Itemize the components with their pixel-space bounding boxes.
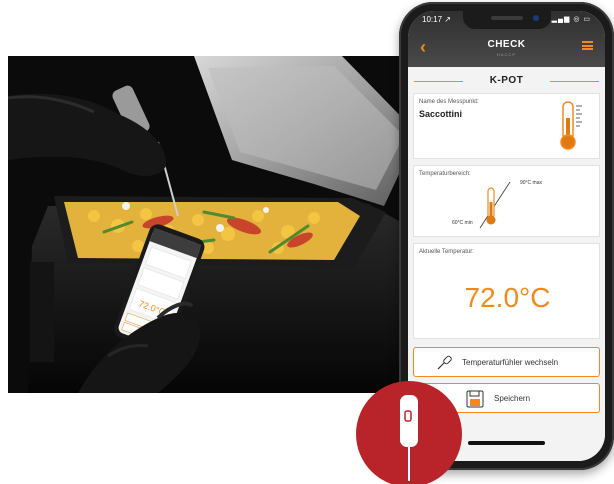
measure-point-card: Name des Messpunkt: Saccottini (413, 93, 600, 159)
temp-range-icon (479, 181, 511, 229)
product-photo: 72.0°C (8, 56, 428, 393)
temp-min: 60°C min (452, 220, 473, 226)
change-probe-button[interactable]: Temperaturfühler wechseln (413, 347, 600, 377)
hamburger-menu-icon[interactable] (582, 41, 593, 50)
status-time: 10:17 ↗ (422, 15, 451, 24)
stage: 72.0°C 10:17 ↗ ▂▄▆ ◎ ▭ ‹ CHECK HACCP K-P… (0, 0, 614, 484)
measure-point-name: Saccottini (419, 109, 463, 119)
camera (533, 15, 539, 21)
divider (550, 81, 599, 82)
probe-icon (437, 355, 452, 370)
change-probe-label: Temperaturfühler wechseln (462, 358, 559, 367)
floppy-disk-icon (466, 390, 484, 408)
measure-point-label: Name des Messpunkt: (419, 99, 479, 105)
section-header: K-POT (408, 73, 605, 89)
probe-icon (400, 395, 418, 481)
app-bar: 10:17 ↗ ▂▄▆ ◎ ▭ ‹ CHECK HACCP (408, 11, 605, 67)
home-indicator (468, 441, 545, 445)
thermometer-icon (560, 101, 582, 150)
current-temp-value: 72.0°C (464, 282, 551, 313)
notch (463, 11, 551, 29)
temp-max: 90°C max (520, 180, 543, 186)
app-subtitle: HACCP (496, 52, 516, 57)
status-icons: ▂▄▆ ◎ ▭ (551, 16, 591, 23)
current-temp-label: Aktuelle Temperatur: (419, 249, 474, 255)
app-title: CHECK (487, 39, 526, 50)
temp-range-label: Temperaturbereich: (419, 171, 471, 177)
speaker (491, 16, 523, 20)
save-label: Speichern (494, 394, 531, 403)
current-temp-card: Aktuelle Temperatur: 72.0°C (413, 243, 600, 339)
temp-range-card: Temperaturbereich: 90°C max 60°C min (413, 165, 600, 237)
thermometer-probe-badge (356, 381, 462, 484)
